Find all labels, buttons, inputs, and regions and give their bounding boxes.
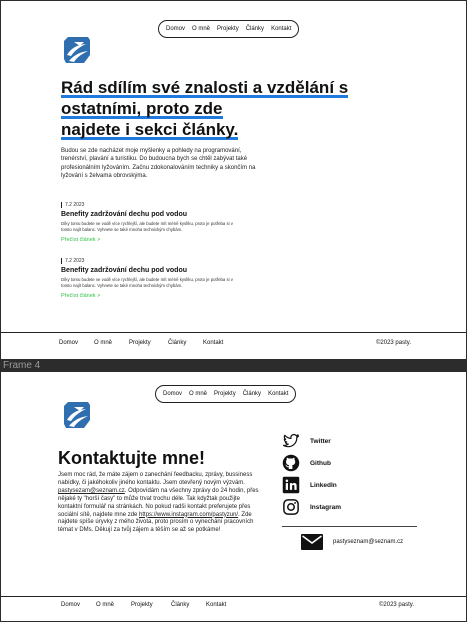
- top-nav: Domov O mně Projekty Články Kontakt: [158, 20, 300, 38]
- article-card: 7.2 2023 Benefity zadržování dechu pod v…: [61, 202, 281, 243]
- nav-o-mne[interactable]: O mně: [192, 26, 210, 32]
- copyright: ©2023 pasty.: [376, 340, 411, 346]
- contact-paragraph: Jsem moc rád, že máte zájem o zanechání …: [58, 472, 263, 535]
- linkedin-icon: [282, 476, 300, 494]
- article-title: Benefity zadržování dechu pod vodou: [61, 267, 188, 274]
- social-instagram[interactable]: Instagram: [282, 496, 341, 518]
- nav-projekty[interactable]: Projekty: [214, 391, 236, 397]
- footer-link-clanky[interactable]: Články: [171, 602, 189, 608]
- footer-link-kontakt[interactable]: Kontakt: [206, 602, 226, 608]
- article-description: Díky tomu budete ve vodě více rychlejší,…: [61, 277, 233, 288]
- article-description: Díky tomu budete ve vodě více rychlejší,…: [61, 221, 233, 232]
- site-logo[interactable]: [62, 35, 92, 65]
- instagram-icon: [283, 499, 299, 515]
- footer-link-domov[interactable]: Domov: [61, 602, 80, 608]
- nav-projekty[interactable]: Projekty: [217, 26, 239, 32]
- social-instagram-label: Instagram: [310, 503, 342, 511]
- logo-icon: [64, 402, 90, 428]
- top-nav: Domov O mně Projekty Články Kontakt: [155, 385, 297, 403]
- nav-clanky[interactable]: Články: [243, 391, 261, 397]
- social-github-label: Github: [310, 459, 331, 467]
- copyright: ©2023 pasty.: [379, 602, 414, 608]
- contact-divider: [282, 526, 417, 527]
- footer-link-projekty[interactable]: Projekty: [129, 340, 151, 346]
- article-title: Benefity zadržování dechu pod vodou: [61, 211, 188, 218]
- email-contact[interactable]: pastyseznam@seznam.cz: [301, 534, 403, 550]
- nav-kontakt[interactable]: Kontakt: [268, 391, 288, 397]
- footer-link-o-mne[interactable]: O mně: [94, 340, 112, 346]
- article-card: 7.2 2023 Benefity zadržování dechu pod v…: [61, 258, 281, 299]
- footer-link-projekty[interactable]: Projekty: [131, 602, 153, 608]
- nav-o-mne[interactable]: O mně: [189, 391, 207, 397]
- hero-title-line-2: ostatními, proto zde: [61, 99, 223, 119]
- github-icon: [282, 454, 300, 472]
- footer-link-kontakt[interactable]: Kontakt: [203, 340, 223, 346]
- read-article-link[interactable]: Přečíst článek >: [61, 293, 281, 299]
- hero-title: Rád sdílím své znalosti a vzdělání s ost…: [61, 77, 361, 140]
- social-linkedin[interactable]: LinkedIn: [282, 474, 341, 496]
- hero-title-line-3: najdete i sekci články.: [61, 120, 239, 140]
- hero-title-line-1: Rád sdílím své znalosti a vzdělání s: [61, 78, 349, 98]
- nav-kontakt[interactable]: Kontakt: [271, 26, 291, 32]
- logo-icon: [64, 37, 90, 63]
- footer-link-clanky[interactable]: Články: [168, 340, 186, 346]
- frame-label: Frame 4: [3, 360, 41, 371]
- article-date: 7.2 2023: [61, 202, 281, 208]
- social-github[interactable]: Github: [282, 452, 341, 474]
- nav-domov[interactable]: Domov: [163, 391, 182, 397]
- email-link[interactable]: pastysezam@seznam.cz: [58, 488, 125, 494]
- contact-text-a: Jsem moc rád, že máte zájem o zanechání …: [58, 472, 253, 486]
- site-logo[interactable]: [62, 400, 92, 430]
- intro-paragraph: Budou se zde nacházet moje myšlenky a po…: [61, 148, 256, 179]
- article-date: 7.2 2023: [61, 258, 281, 264]
- social-twitter-label: Twitter: [310, 437, 331, 445]
- mail-icon: [301, 534, 323, 550]
- footer-divider: [1, 332, 466, 333]
- footer-link-domov[interactable]: Domov: [59, 340, 78, 346]
- articles-frame: Domov O mně Projekty Články Kontakt Rád …: [1, 1, 466, 359]
- twitter-icon: [282, 434, 300, 448]
- social-linkedin-label: LinkedIn: [310, 481, 337, 489]
- nav-domov[interactable]: Domov: [166, 26, 185, 32]
- footer-divider: [1, 596, 466, 597]
- footer-link-o-mne[interactable]: O mně: [96, 602, 114, 608]
- social-links: Twitter Github LinkedIn Instagram: [282, 430, 341, 518]
- contact-title: Kontaktujte mne!: [58, 448, 206, 468]
- nav-clanky[interactable]: Články: [246, 26, 264, 32]
- read-article-link[interactable]: Přečíst článek >: [61, 237, 281, 243]
- social-twitter[interactable]: Twitter: [282, 430, 341, 452]
- email-address: pastyseznam@seznam.cz: [333, 539, 404, 545]
- contact-frame: Domov O mně Projekty Články Kontakt Kont…: [1, 372, 466, 621]
- instagram-link[interactable]: https://www.instagram.com/pastyzun/: [139, 512, 238, 518]
